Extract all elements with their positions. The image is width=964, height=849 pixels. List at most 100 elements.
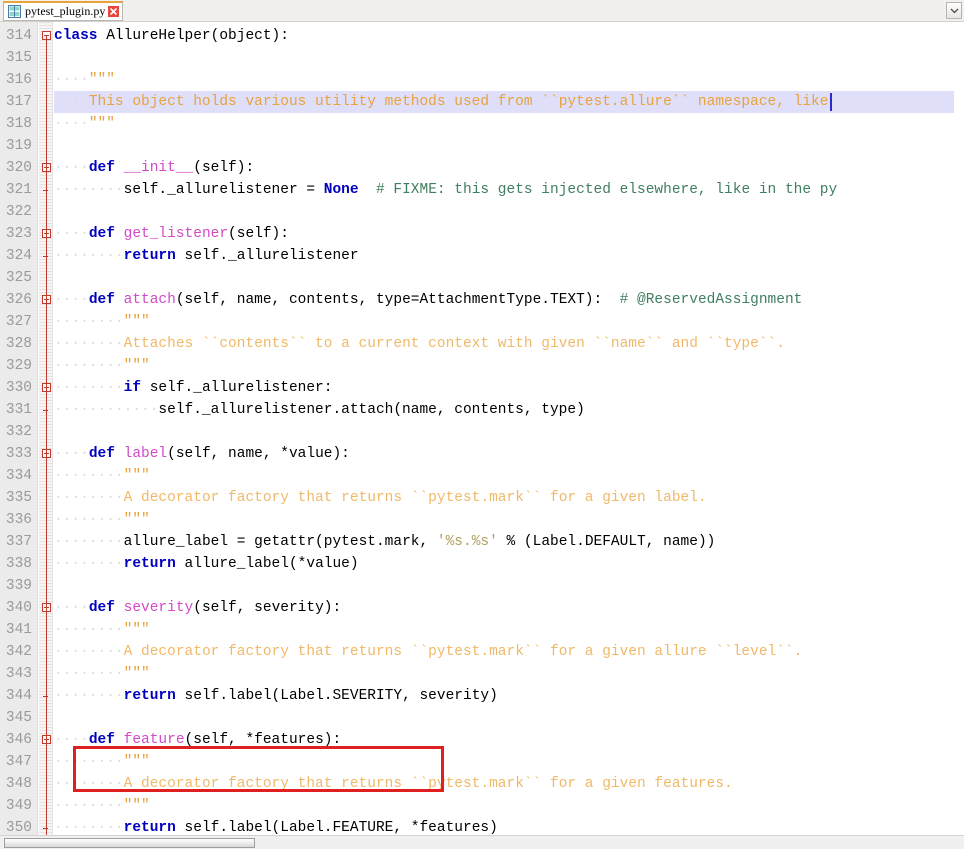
code-token-dots: ········	[54, 622, 124, 638]
code-line[interactable]: ····This object holds various utility me…	[54, 91, 828, 113]
code-token-cmt: # @ReservedAssignment	[619, 292, 803, 308]
code-token-kw-blue: if	[123, 380, 150, 396]
line-number: 344	[5, 688, 32, 704]
line-number: 347	[5, 754, 32, 770]
code-line[interactable]: ····"""	[54, 69, 115, 91]
code-token-plain: self._allurelistener:	[149, 380, 333, 396]
editor-tab-bar: pytest_plugin.py	[0, 0, 964, 22]
line-number: 345	[5, 710, 32, 726]
code-token-kw-blue: return	[123, 688, 185, 704]
code-line[interactable]: ········"""	[54, 311, 150, 333]
code-line[interactable]: ········A decorator factory that returns…	[54, 641, 802, 663]
code-token-plain: (self, severity):	[193, 600, 342, 616]
code-token-kw-blue: def	[88, 226, 124, 242]
horizontal-scrollbar-thumb[interactable]	[4, 838, 255, 848]
code-line[interactable]: ········"""	[54, 795, 150, 817]
code-token-doc-lt: Attaches ``contents`` to a current conte…	[123, 336, 785, 352]
code-token-doc-lt: A decorator factory that returns ``pytes…	[123, 490, 707, 506]
code-line[interactable]: ········"""	[54, 751, 150, 773]
code-token-kw-blue: def	[88, 446, 124, 462]
line-number: 334	[5, 468, 32, 484]
line-number: 317	[5, 94, 32, 110]
horizontal-scrollbar[interactable]	[0, 835, 964, 849]
code-line[interactable]: ········A decorator factory that returns…	[54, 773, 733, 795]
code-line[interactable]: ····def label(self, name, *value):	[54, 443, 350, 465]
code-line[interactable]: ········"""	[54, 663, 150, 685]
code-token-dots: ········	[54, 358, 124, 374]
line-number: 339	[5, 578, 32, 594]
code-token-dots: ········	[54, 182, 124, 198]
code-token-fnname: get_listener	[123, 226, 229, 242]
code-line[interactable]: ········Attaches ``contents`` to a curre…	[54, 333, 785, 355]
code-line[interactable]: ············self._allurelistener.attach(…	[54, 399, 585, 421]
code-line[interactable]: class AllureHelper(object):	[54, 25, 289, 47]
close-icon[interactable]	[108, 6, 120, 17]
code-text-area[interactable]: class AllureHelper(object): ····""" ····Th…	[54, 22, 964, 835]
code-line[interactable]: ····def get_listener(self):	[54, 223, 289, 245]
code-token-plain: AllureHelper	[106, 28, 211, 44]
chevron-down-icon	[950, 8, 958, 14]
code-token-plain: (self, name, contents, type=AttachmentTy…	[175, 292, 603, 308]
code-token-plain: self._allurelistener.attach(name, conten…	[158, 402, 585, 418]
code-line[interactable]: ········allure_label = getattr(pytest.ma…	[54, 531, 715, 553]
code-line[interactable]: ········self._allurelistener = None # FI…	[54, 179, 837, 201]
code-line[interactable]: ········"""	[54, 465, 150, 487]
code-line[interactable]: ····def __init__(self):	[54, 157, 254, 179]
code-line[interactable]: ········"""	[54, 355, 150, 377]
code-line[interactable]: ····def feature(self, *features):	[54, 729, 341, 751]
line-number: 316	[5, 72, 32, 88]
code-token-dots: ····	[54, 72, 89, 88]
tab-pytest-plugin-py[interactable]: pytest_plugin.py	[3, 1, 124, 21]
code-token-dots: ········	[54, 468, 124, 484]
line-number: 332	[5, 424, 32, 440]
code-line[interactable]: ········return self._allurelistener	[54, 245, 359, 267]
code-token-doc: """	[123, 468, 150, 484]
line-number: 318	[5, 116, 32, 132]
code-token-plain: self._allurelistener	[184, 248, 359, 264]
line-number: 335	[5, 490, 32, 506]
code-token-plain: (self, *features):	[184, 732, 342, 748]
line-number: 348	[5, 776, 32, 792]
code-token-dots: ····	[54, 226, 89, 242]
code-token-plain: (self, name, *value):	[167, 446, 350, 462]
code-line[interactable]: ········return allure_label(*value)	[54, 553, 359, 575]
code-line[interactable]: ········return self.label(Label.SEVERITY…	[54, 685, 498, 707]
line-number: 321	[5, 182, 32, 198]
line-number: 323	[5, 226, 32, 242]
code-token-plain: (object):	[210, 28, 289, 44]
line-number: 333	[5, 446, 32, 462]
code-token-plain: self._allurelistener =	[123, 182, 324, 198]
code-editor[interactable]: 314 315 316 317 318 319 320 321 322 323 324 325 326 3…	[0, 22, 964, 835]
code-token-fnname: __init__	[123, 160, 194, 176]
code-token-dots: ········	[54, 556, 124, 572]
line-number: 336	[5, 512, 32, 528]
code-token-doc: """	[123, 512, 150, 528]
code-folding-column[interactable]	[39, 22, 53, 835]
code-token-dots: ········	[54, 776, 124, 792]
code-token-fnname: feature	[123, 732, 185, 748]
code-line[interactable]: ········"""	[54, 509, 150, 531]
code-line[interactable]: ····def attach(self, name, contents, typ…	[54, 289, 802, 311]
code-token-doc: """	[88, 116, 115, 132]
line-number: 340	[5, 600, 32, 616]
line-number: 314	[5, 28, 32, 44]
code-token-dots: ····	[54, 160, 89, 176]
code-token-dots: ····	[54, 94, 89, 110]
code-line[interactable]: ········return self.label(Label.FEATURE,…	[54, 817, 498, 835]
code-token-plain: (self):	[228, 226, 289, 242]
code-token-kw-blue: return	[123, 556, 185, 572]
code-line[interactable]: ····def severity(self, severity):	[54, 597, 341, 619]
line-number: 320	[5, 160, 32, 176]
line-number: 350	[5, 820, 32, 835]
code-line[interactable]: ········A decorator factory that returns…	[54, 487, 707, 509]
code-line[interactable]: ········"""	[54, 619, 150, 641]
line-number: 319	[5, 138, 32, 154]
code-token-kw-blue: return	[123, 248, 185, 264]
line-number: 322	[5, 204, 32, 220]
code-line[interactable]: ····"""	[54, 113, 115, 135]
code-token-dots: ········	[54, 798, 124, 814]
code-line[interactable]: ········if self._allurelistener:	[54, 377, 332, 399]
show-list-button[interactable]	[946, 2, 962, 19]
